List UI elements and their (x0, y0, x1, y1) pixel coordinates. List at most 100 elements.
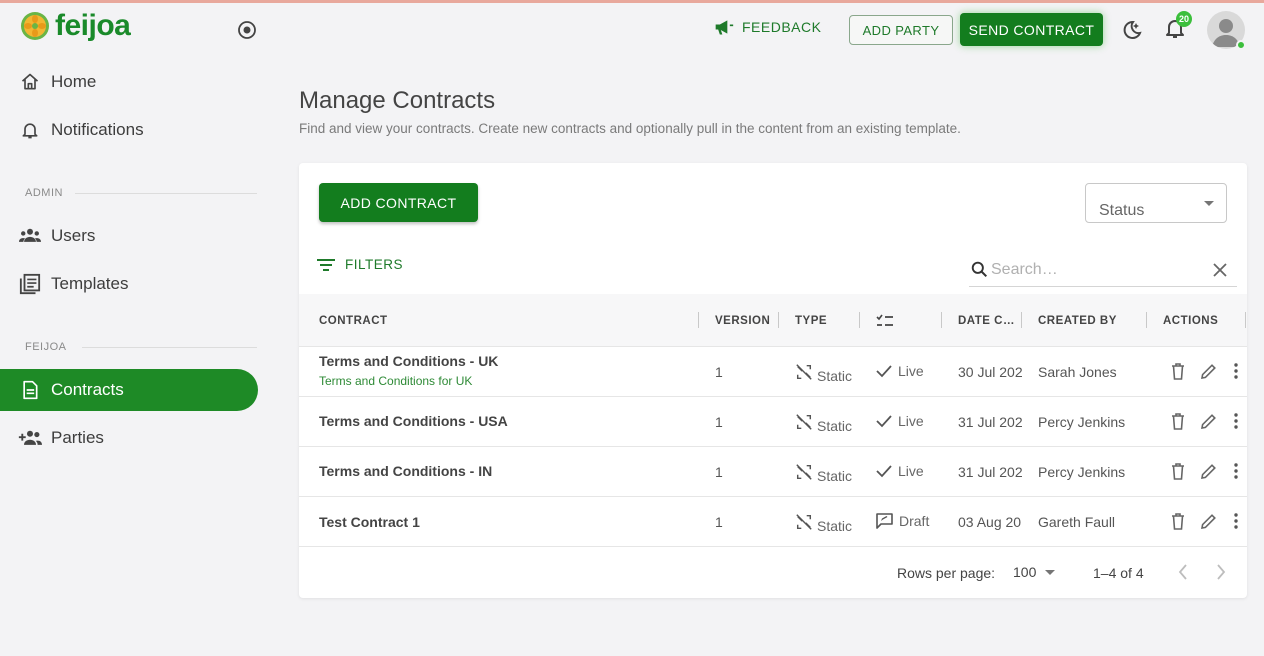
delete-icon[interactable] (1171, 513, 1185, 530)
add-contract-button[interactable]: ADD CONTRACT (319, 183, 478, 222)
app-logo[interactable]: feijoa (20, 9, 131, 43)
column-separator (1146, 312, 1147, 328)
contract-date: 03 Aug 20 (958, 514, 1022, 530)
send-contract-button[interactable]: SEND CONTRACT (960, 13, 1103, 46)
feijoa-logo-icon (21, 12, 49, 40)
sidebar-item-home[interactable]: Home (0, 61, 258, 103)
contract-name[interactable]: Terms and Conditions - IN (319, 463, 492, 479)
delete-icon[interactable] (1171, 463, 1185, 480)
edit-icon[interactable] (1200, 363, 1217, 380)
document-icon (18, 378, 42, 402)
online-status-dot (1236, 40, 1246, 50)
search-input[interactable] (991, 259, 1201, 281)
contract-name[interactable]: Terms and Conditions - USA (319, 413, 508, 429)
contract-created-by: Percy Jenkins (1038, 464, 1126, 480)
column-separator (778, 312, 779, 328)
radio-target-icon (238, 21, 256, 39)
search-box (969, 257, 1237, 287)
contract-status-label: Draft (899, 513, 930, 529)
contract-version: 1 (715, 414, 723, 430)
draft-comment-icon (876, 513, 893, 529)
table-row[interactable]: Terms and Conditions - USA 1 Static Live… (299, 397, 1247, 447)
sidebar-item-label: Contracts (51, 380, 124, 399)
contract-name[interactable]: Test Contract 1 (319, 514, 420, 530)
contract-type-label: Static (817, 368, 853, 384)
rows-per-page-select[interactable]: 100 (1013, 564, 1056, 580)
more-options-icon[interactable] (1234, 513, 1238, 529)
chevron-left-icon[interactable] (1177, 563, 1189, 581)
caret-down-icon (1204, 201, 1214, 206)
checklist-icon (876, 314, 893, 326)
column-header-type[interactable]: TYPE (795, 294, 827, 347)
rows-per-page-value: 100 (1013, 564, 1037, 580)
more-options-icon[interactable] (1234, 463, 1238, 479)
sync-disabled-icon (796, 464, 812, 480)
edit-icon[interactable] (1200, 463, 1217, 480)
feedback-button[interactable]: FEEDBACK (714, 18, 821, 36)
filter-lines-icon (317, 258, 335, 271)
search-icon (971, 261, 988, 278)
more-options-icon[interactable] (1234, 363, 1238, 379)
contract-version: 1 (715, 464, 723, 480)
contract-status: Live (876, 363, 924, 379)
chevron-right-icon[interactable] (1215, 563, 1227, 581)
sidebar-item-users[interactable]: Users (0, 215, 258, 257)
sidebar-item-templates[interactable]: Templates (0, 263, 258, 305)
megaphone-icon (715, 20, 734, 35)
contract-date: 31 Jul 202 (958, 464, 1023, 480)
delete-icon[interactable] (1171, 413, 1185, 430)
contract-type: Static (795, 460, 852, 484)
home-icon (18, 70, 42, 94)
column-header-created-by[interactable]: CREATED BY (1038, 294, 1117, 347)
contract-description: Terms and Conditions for UK (319, 374, 473, 388)
sidebar-item-parties[interactable]: Parties (0, 417, 258, 459)
column-separator (859, 312, 860, 328)
contract-status-label: Live (898, 413, 924, 429)
top-accent-line (0, 0, 1264, 3)
templates-icon (18, 272, 42, 296)
column-header-contract[interactable]: CONTRACT (319, 294, 388, 347)
app-name: feijoa (55, 9, 131, 42)
table-row[interactable]: Terms and Conditions - UK Terms and Cond… (299, 347, 1247, 397)
sidebar-item-label: Templates (51, 274, 129, 293)
filters-button[interactable]: FILTERS (317, 257, 403, 272)
section-divider (75, 193, 257, 194)
contract-status: Live (876, 463, 924, 479)
contract-created-by: Percy Jenkins (1038, 414, 1126, 430)
check-icon (876, 465, 892, 478)
edit-icon[interactable] (1200, 413, 1217, 430)
feedback-label: FEEDBACK (742, 19, 822, 35)
table-row[interactable]: Terms and Conditions - IN 1 Static Live … (299, 447, 1247, 497)
column-header-version[interactable]: VERSION (715, 294, 770, 347)
notification-count-badge: 20 (1176, 11, 1192, 27)
column-header-status[interactable] (876, 294, 894, 347)
status-filter-select[interactable]: Status (1085, 183, 1227, 223)
table-row[interactable]: Test Contract 1 1 Static Draft 03 Aug 20… (299, 497, 1247, 547)
status-select-placeholder: Status (1099, 202, 1145, 219)
delete-icon[interactable] (1171, 363, 1185, 380)
contract-date: 31 Jul 202 (958, 414, 1023, 430)
column-header-date-created[interactable]: DATE C… (958, 294, 1015, 347)
more-options-icon[interactable] (1234, 413, 1238, 429)
contract-type: Static (795, 410, 852, 434)
contract-version: 1 (715, 514, 723, 530)
sidebar-item-contracts[interactable]: Contracts (0, 369, 258, 411)
rows-per-page-label: Rows per page: (897, 565, 996, 581)
dark-mode-toggle[interactable] (1119, 18, 1143, 42)
check-icon (876, 365, 892, 378)
moon-stars-icon (1123, 20, 1142, 39)
column-separator (1245, 312, 1246, 328)
clear-icon[interactable] (1213, 263, 1227, 277)
contract-type-label: Static (817, 518, 853, 534)
contract-name[interactable]: Terms and Conditions - UK (319, 353, 498, 369)
add-party-button[interactable]: ADD PARTY (849, 15, 953, 45)
sidebar-item-notifications[interactable]: Notifications (0, 109, 258, 151)
sidebar-collapse-button[interactable] (236, 19, 258, 41)
edit-icon[interactable] (1200, 513, 1217, 530)
column-separator (1021, 312, 1022, 328)
page-title: Manage Contracts (299, 87, 496, 114)
sidebar-item-label: Users (51, 226, 96, 245)
contract-type: Static (795, 510, 852, 534)
column-separator (941, 312, 942, 328)
contract-status-label: Live (898, 463, 924, 479)
